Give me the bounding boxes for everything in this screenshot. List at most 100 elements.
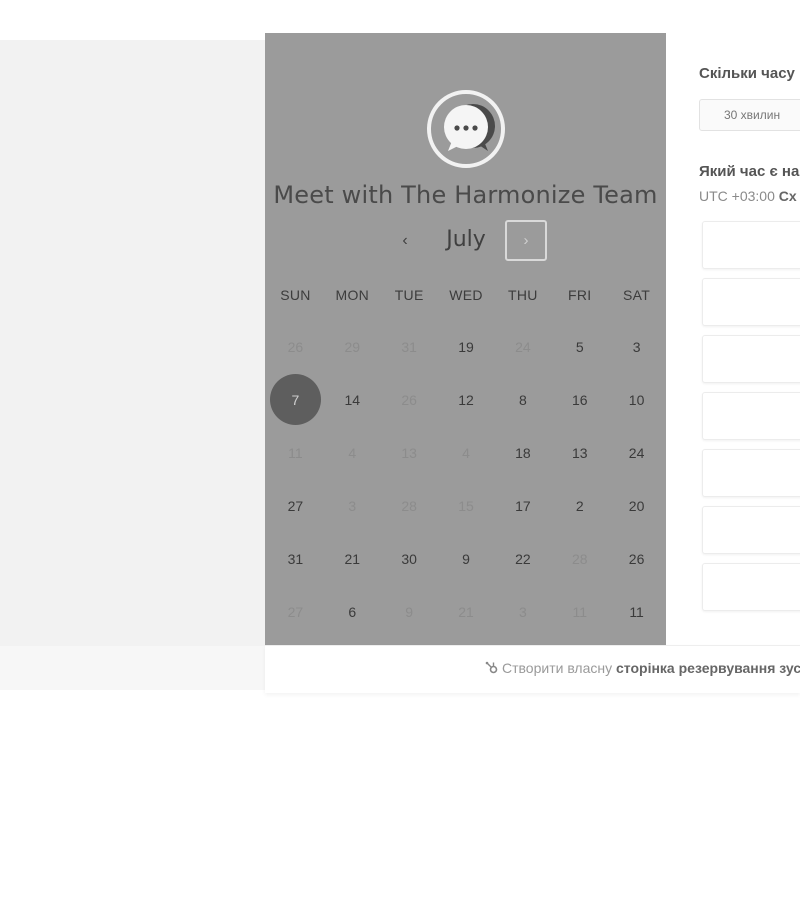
weekday-sun: SUN (280, 287, 311, 303)
calendar-day[interactable]: 18 (494, 426, 551, 479)
calendar-day[interactable]: 5 (551, 320, 608, 373)
calendar-day-number: 24 (515, 338, 531, 355)
calendar-panel: Meet with The Harmonize Team ‹ July › SU… (265, 33, 666, 645)
prev-month-button[interactable]: ‹ (393, 229, 417, 253)
time-slot-1[interactable] (702, 221, 800, 269)
calendar-day[interactable]: 22 (494, 532, 551, 585)
page-title: Meet with The Harmonize Team (273, 181, 658, 209)
weekday-mon: MON (335, 287, 370, 303)
timezone-label[interactable]: UTC +03:00 Сх (699, 188, 797, 204)
calendar-day: 21 (438, 585, 495, 638)
calendar-day: 26 (381, 373, 438, 426)
calendar-day-number: 21 (344, 550, 361, 567)
footer-strip-left (0, 646, 266, 690)
calendar-day: 31 (381, 320, 438, 373)
calendar-day-number: 15 (458, 497, 474, 514)
calendar-day[interactable]: 9 (438, 532, 495, 585)
calendar-day-number: 11 (572, 603, 587, 620)
calendar-day-number: 2 (575, 497, 584, 514)
create-booking-page-link[interactable]: Створити власну сторінка резервування зу… (485, 660, 800, 676)
calendar-week-row: 31 21 30 9 22 28 26 (267, 532, 665, 585)
calendar-day-number: 26 (628, 550, 645, 567)
time-slot-7[interactable] (702, 563, 800, 611)
calendar-grid: 26 29 31 19 24 5 3 7 14 26 12 8 16 10 11 4 13 4 18 13 24 27 3 2… (267, 320, 665, 638)
calendar-day-number: 26 (287, 338, 304, 355)
calendar-day-number: 19 (458, 338, 474, 355)
calendar-day[interactable]: 16 (551, 373, 608, 426)
calendar-day-number: 9 (405, 603, 414, 620)
calendar-day[interactable]: 31 (267, 532, 324, 585)
calendar-day[interactable]: 2 (551, 479, 608, 532)
calendar-day[interactable]: 12 (438, 373, 495, 426)
calendar-day-number: 4 (462, 444, 470, 461)
page-background-left (0, 40, 266, 690)
calendar-day-number: 27 (287, 603, 304, 620)
calendar-day-number: 31 (287, 550, 304, 567)
calendar-day[interactable]: 14 (324, 373, 381, 426)
calendar-day[interactable]: 27 (267, 479, 324, 532)
calendar-day-number: 8 (518, 391, 527, 408)
weekday-header: SUN MON TUE WED THU FRI SAT (267, 287, 665, 303)
footer-prefix: Створити власну (502, 660, 613, 676)
calendar-day[interactable]: 13 (551, 426, 608, 479)
calendar-day-number: 28 (571, 550, 588, 567)
calendar-day[interactable]: 11 (608, 585, 665, 638)
time-question: Який час є на (699, 163, 800, 180)
weekday-sat: SAT (623, 287, 651, 303)
chat-bubble-icon (426, 89, 506, 169)
time-slot-5[interactable] (702, 449, 800, 497)
time-slot-2[interactable] (702, 278, 800, 326)
calendar-day[interactable]: 30 (381, 532, 438, 585)
calendar-day: 3 (324, 479, 381, 532)
next-month-button[interactable]: › (505, 220, 547, 261)
calendar-day: 4 (324, 426, 381, 479)
calendar-day-number: 7 (291, 391, 300, 408)
calendar-day: 13 (381, 426, 438, 479)
calendar-day-number: 22 (515, 550, 531, 567)
calendar-day-number: 18 (515, 444, 531, 461)
time-slot-4[interactable] (702, 392, 800, 440)
calendar-day[interactable]: 17 (494, 479, 551, 532)
calendar-day-number: 16 (571, 391, 588, 408)
calendar-day[interactable]: 21 (324, 532, 381, 585)
calendar-day: 28 (551, 532, 608, 585)
calendar-day-number: 3 (348, 497, 357, 514)
calendar-day-number: 5 (575, 338, 584, 355)
calendar-day[interactable]: 20 (608, 479, 665, 532)
calendar-day-number: 17 (515, 497, 531, 514)
duration-option[interactable]: 30 хвилин (699, 99, 800, 131)
calendar-day-number: 27 (287, 497, 304, 514)
calendar-week-row: 27 3 28 15 17 2 20 (267, 479, 665, 532)
calendar-day-number: 11 (288, 444, 303, 461)
calendar-day: 26 (267, 320, 324, 373)
calendar-day: 9 (381, 585, 438, 638)
timezone-offset: UTC +03:00 (699, 188, 775, 204)
time-slot-6[interactable] (702, 506, 800, 554)
duration-question: Скільки часу (699, 65, 795, 82)
calendar-day-number: 29 (344, 338, 361, 355)
calendar-day-number: 13 (401, 444, 417, 461)
calendar-day: 11 (551, 585, 608, 638)
calendar-day-number: 28 (401, 497, 417, 514)
calendar-day[interactable]: 19 (438, 320, 495, 373)
hubspot-sprocket-icon (485, 660, 499, 676)
calendar-day[interactable]: 8 (494, 373, 551, 426)
calendar-day: 4 (438, 426, 495, 479)
calendar-day[interactable]: 26 (608, 532, 665, 585)
calendar-day[interactable]: 24 (608, 426, 665, 479)
calendar-day-number: 4 (348, 444, 357, 461)
time-slot-3[interactable] (702, 335, 800, 383)
calendar-day-selected[interactable]: 7 (267, 373, 324, 426)
calendar-day[interactable]: 10 (608, 373, 665, 426)
calendar-day-number: 3 (632, 338, 641, 355)
timezone-name: Сх (778, 188, 797, 204)
calendar-day: 27 (267, 585, 324, 638)
calendar-day-number: 10 (628, 391, 645, 408)
calendar-day: 24 (494, 320, 551, 373)
weekday-thu: THU (508, 287, 538, 303)
calendar-day[interactable]: 6 (324, 585, 381, 638)
calendar-day: 29 (324, 320, 381, 373)
calendar-day[interactable]: 3 (608, 320, 665, 373)
calendar-day-number: 3 (518, 603, 527, 620)
calendar-day: 15 (438, 479, 495, 532)
